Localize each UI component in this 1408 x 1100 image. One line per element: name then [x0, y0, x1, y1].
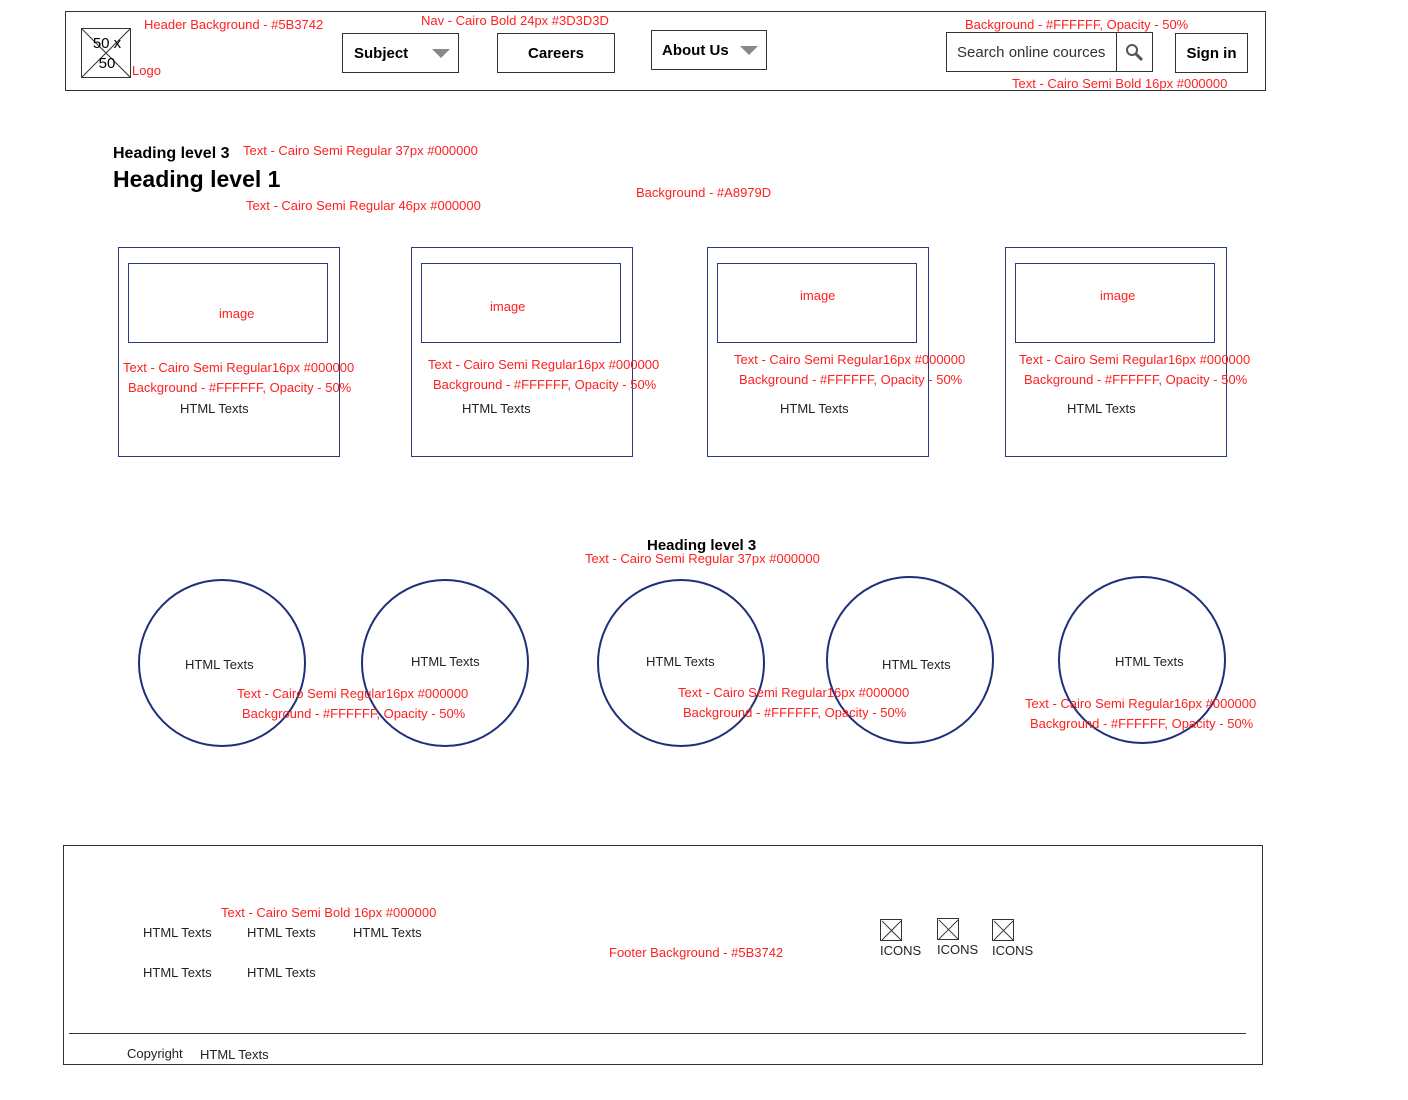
card-image-label: image [490, 299, 526, 314]
card-text: HTML Texts [1067, 401, 1136, 416]
circle-bg-note: Background - #FFFFFF, Opacity - 50% [242, 706, 466, 721]
nav-about-label: About Us [662, 41, 729, 59]
icon-label: ICONS [937, 942, 979, 957]
hero-h1-note: Text - Cairo Semi Regular 46px #000000 [246, 198, 481, 213]
circle-text: HTML Texts [646, 654, 715, 669]
card-text-note: Text - Cairo Semi Regular16px #000000 [734, 352, 966, 367]
circle-text: HTML Texts [185, 657, 254, 672]
nav-about-dropdown[interactable]: About Us [651, 30, 767, 70]
logo-size-text: 50 x 50 [92, 35, 122, 72]
circle-bg-note: Background - #FFFFFF, Opacity - 50% [683, 705, 907, 720]
header-text-note: Text - Cairo Semi Bold 16px #000000 [1012, 76, 1228, 91]
circle-text: HTML Texts [411, 654, 480, 669]
footer-link[interactable]: HTML Texts [247, 965, 316, 980]
search-button[interactable] [1116, 32, 1153, 72]
card-bg-note: Background - #FFFFFF, Opacity - 50% [739, 372, 963, 387]
search-background-note: Background - #FFFFFF, Opacity - 50% [965, 17, 1189, 32]
circle-bg-note: Background - #FFFFFF, Opacity - 50% [1030, 716, 1254, 731]
footer-link[interactable]: HTML Texts [353, 925, 422, 940]
card-image [128, 263, 328, 343]
hero-heading-1: Heading level 1 [113, 166, 281, 192]
footer-background-note: Footer Background - #5B3742 [609, 945, 784, 960]
circle-text: HTML Texts [882, 657, 951, 672]
footer-link[interactable]: HTML Texts [143, 965, 212, 980]
card-text: HTML Texts [780, 401, 849, 416]
hero-h3-note: Text - Cairo Semi Regular 37px #000000 [243, 143, 478, 158]
sign-in-button[interactable]: Sign in [1175, 33, 1248, 73]
copyright-text: HTML Texts [200, 1047, 269, 1062]
header-background-note: Header Background - #5B3742 [144, 17, 324, 32]
hero-background-note: Background - #A8979D [636, 185, 772, 200]
card-text-note: Text - Cairo Semi Regular16px #000000 [428, 357, 660, 372]
card-text-note: Text - Cairo Semi Regular16px #000000 [1019, 352, 1251, 367]
card-image-label: image [1100, 288, 1136, 303]
nav-careers-label: Careers [528, 44, 584, 62]
search-icon [1126, 44, 1144, 62]
card-image-label: image [800, 288, 836, 303]
footer-link[interactable]: HTML Texts [247, 925, 316, 940]
footer-divider [69, 1033, 1246, 1034]
card-image [717, 263, 917, 343]
card-text-note: Text - Cairo Semi Regular16px #000000 [123, 360, 355, 375]
icon-label: ICONS [992, 943, 1034, 958]
nav-note: Nav - Cairo Bold 24px #3D3D3D [421, 13, 609, 28]
logo-label: Logo [132, 63, 161, 78]
card-image [1015, 263, 1215, 343]
circle-text-note: Text - Cairo Semi Regular16px #000000 [1025, 696, 1257, 711]
chevron-down-icon [740, 46, 758, 55]
circle-text-note: Text - Cairo Semi Regular16px #000000 [237, 686, 469, 701]
circle-text-note: Text - Cairo Semi Regular16px #000000 [678, 685, 910, 700]
card-bg-note: Background - #FFFFFF, Opacity - 50% [433, 377, 657, 392]
social-icon[interactable] [937, 918, 959, 940]
social-icon[interactable] [880, 919, 902, 941]
card-text: HTML Texts [180, 401, 249, 416]
nav-careers-button[interactable]: Careers [497, 33, 615, 73]
hero-heading-3: Heading level 3 [113, 145, 230, 162]
sign-in-label: Sign in [1186, 44, 1237, 62]
circle-text: HTML Texts [1115, 654, 1184, 669]
card-image-label: image [219, 306, 255, 321]
icon-label: ICONS [880, 943, 922, 958]
social-icon[interactable] [992, 919, 1014, 941]
nav-subject-dropdown[interactable]: Subject [342, 33, 459, 73]
search-input[interactable]: Search online cources [946, 32, 1117, 72]
card-bg-note: Background - #FFFFFF, Opacity - 50% [1024, 372, 1248, 387]
footer-link[interactable]: HTML Texts [143, 925, 212, 940]
section-heading-note: Text - Cairo Semi Regular 37px #000000 [585, 551, 820, 566]
chevron-down-icon [432, 49, 450, 58]
card-bg-note: Background - #FFFFFF, Opacity - 50% [128, 380, 352, 395]
card-text: HTML Texts [462, 401, 531, 416]
search-placeholder: Search online cources [957, 44, 1106, 61]
logo-placeholder[interactable]: 50 x 50 [81, 28, 131, 78]
copyright-label: Copyright [127, 1046, 183, 1061]
footer-text-note: Text - Cairo Semi Bold 16px #000000 [221, 905, 437, 920]
nav-subject-label: Subject [354, 44, 409, 62]
